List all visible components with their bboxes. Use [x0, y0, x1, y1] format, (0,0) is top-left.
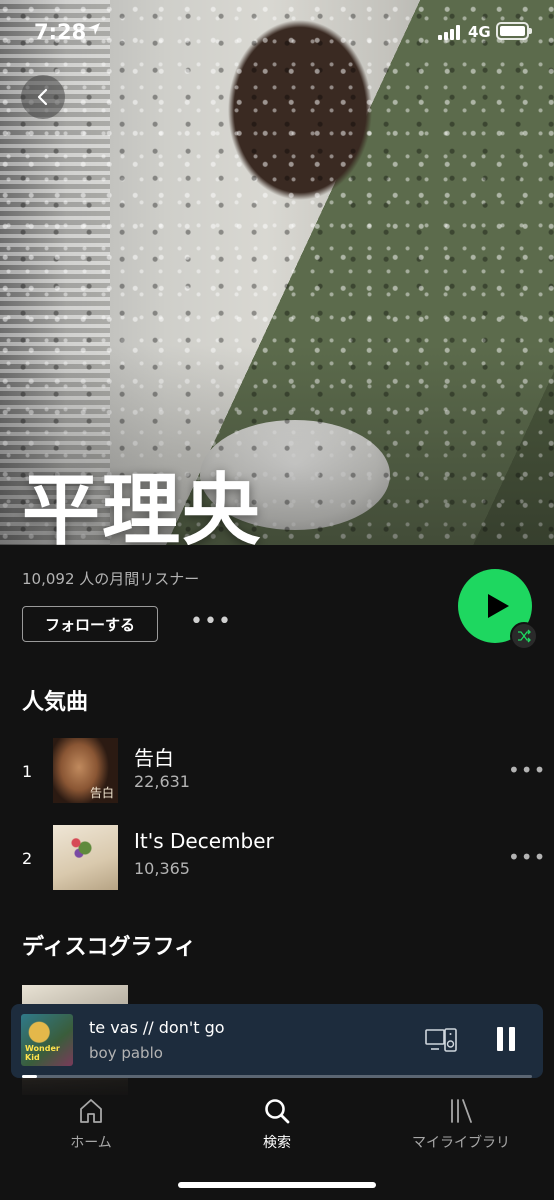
nav-tab-home[interactable]: ホーム — [16, 1096, 166, 1152]
status-bar: 7:28 4G — [0, 0, 554, 66]
track-artwork: 告白 — [53, 738, 118, 803]
battery-icon — [496, 22, 532, 40]
track-title: It's December — [134, 829, 274, 853]
track-plays: 22,631 — [134, 772, 190, 791]
track-more-icon[interactable]: ••• — [508, 845, 545, 869]
track-rank: 2 — [22, 849, 33, 868]
nav-label-search: 検索 — [263, 1135, 291, 1151]
play-icon — [488, 594, 509, 618]
back-button[interactable] — [21, 75, 65, 119]
signal-icon — [438, 24, 464, 40]
library-icon — [451, 1099, 472, 1123]
track-artwork — [53, 825, 118, 890]
status-time: 7:28 — [34, 20, 87, 44]
track-row[interactable]: 1 告白 告白 22,631 ••• — [0, 738, 554, 808]
location-arrow-icon — [86, 21, 102, 42]
nav-label-home: ホーム — [70, 1135, 112, 1151]
pause-icon[interactable] — [493, 1024, 519, 1054]
track-row[interactable]: 2 It's December 10,365 ••• — [0, 825, 554, 895]
shuffle-icon[interactable] — [510, 622, 538, 650]
nav-label-library: マイライブラリ — [412, 1135, 510, 1151]
artwork-text: 告白 — [89, 786, 114, 800]
search-icon — [265, 1099, 290, 1124]
monthly-listeners: 10,092 人の月間リスナー — [22, 570, 200, 588]
track-plays: 10,365 — [134, 859, 190, 878]
track-rank: 1 — [22, 762, 33, 781]
follow-button[interactable]: フォローする — [22, 606, 158, 642]
nav-tab-search[interactable]: 検索 — [202, 1096, 352, 1152]
playback-progress-fill — [22, 1075, 38, 1078]
device-icon[interactable] — [425, 1026, 457, 1054]
nav-tab-library[interactable]: マイライブラリ — [386, 1096, 536, 1152]
now-playing-title: te vas // don't go — [89, 1018, 225, 1037]
home-icon — [80, 1099, 102, 1123]
popular-section-title: 人気曲 — [22, 690, 89, 715]
artist-more-icon[interactable]: ••• — [190, 611, 231, 636]
now-playing-artist: boy pablo — [89, 1044, 163, 1062]
track-title: 告白 — [134, 746, 174, 770]
back-arrow-icon — [37, 88, 48, 106]
track-more-icon[interactable]: ••• — [508, 758, 545, 782]
discography-section-title: ディスコグラフィ — [22, 935, 197, 960]
network-type: 4G — [468, 23, 491, 41]
mini-player[interactable]: Wonder Kid te vas // don't go boy pablo — [11, 1004, 543, 1078]
artist-name: 平理央 — [22, 466, 263, 545]
home-indicator — [178, 1182, 376, 1188]
now-playing-artwork: Wonder Kid — [21, 1014, 73, 1066]
artist-hero-image: 平理央 — [0, 0, 554, 545]
playback-progress-bar — [22, 1075, 532, 1078]
